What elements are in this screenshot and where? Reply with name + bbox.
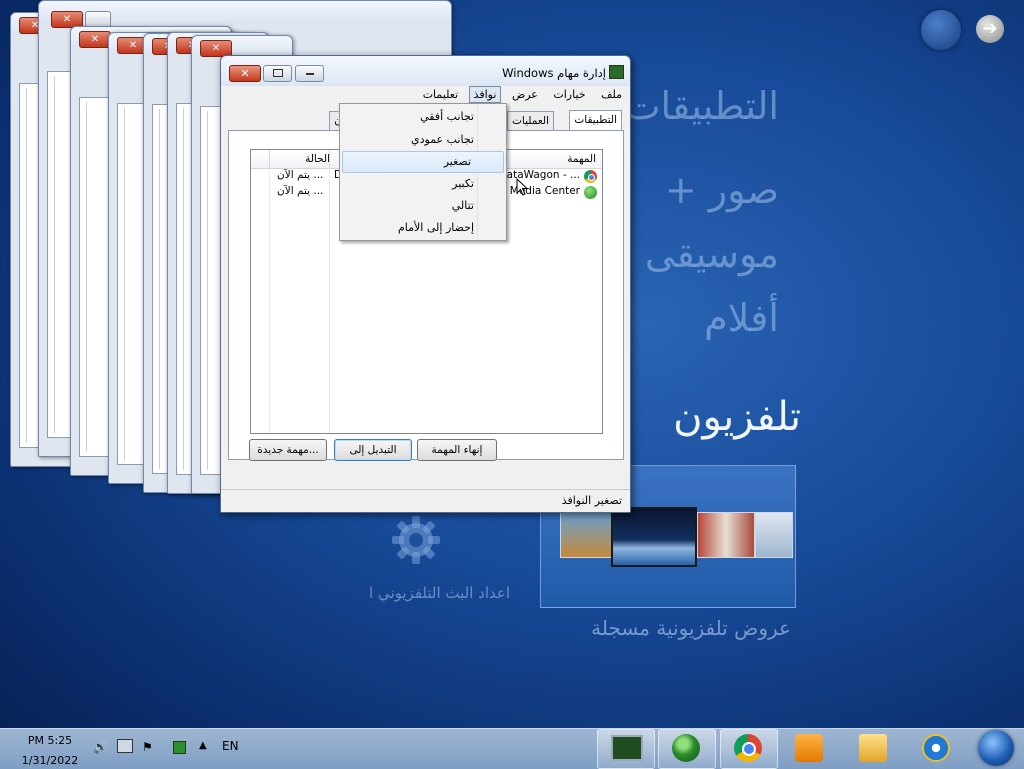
menu-item-cascade[interactable]: تتالي (340, 196, 506, 216)
recorded-tv-label[interactable]: عروض تلفزيونية مسجلة (545, 616, 791, 640)
minimize-icon (305, 73, 314, 75)
wmc-menu-apps[interactable]: التطبيقات (625, 84, 779, 128)
column-header-status[interactable]: الحالة (269, 150, 330, 169)
maximize-button[interactable] (263, 65, 292, 82)
menu-item-tile-horizontal[interactable]: تجانب أفقي (340, 107, 506, 127)
chrome-icon-center (742, 742, 756, 756)
row-task[interactable]: s Media Center (501, 185, 580, 197)
task-manager-icon (611, 735, 643, 761)
ie-icon[interactable] (922, 734, 950, 762)
media-center-logo-icon[interactable] (921, 10, 961, 50)
column-header-task[interactable]: المهمة (506, 150, 602, 169)
menu-windows[interactable]: نوافذ (468, 86, 502, 103)
menu-item-maximize[interactable]: تكبير (340, 174, 506, 194)
ghost-divider (183, 108, 184, 470)
close-icon[interactable]: ✕ (79, 31, 111, 48)
ghost-divider (124, 108, 125, 460)
new-task-button[interactable]: مهمة جديدة... (249, 439, 327, 461)
switch-to-button[interactable]: التبديل إلى (334, 439, 412, 461)
row-task[interactable]: DataWagon - ... (499, 169, 580, 181)
menu-view[interactable]: عرض (507, 86, 543, 103)
media-center-icon (672, 734, 700, 762)
start-orb-icon[interactable] (978, 730, 1014, 766)
explorer-icon[interactable] (859, 734, 887, 762)
gear-icon[interactable] (388, 512, 444, 568)
tab-applications[interactable]: التطبيقات (569, 110, 622, 131)
windows-menu-dropdown: تجانب أفقي تجانب عمودي تصغير تكبير تتالي… (339, 103, 507, 241)
menu-item-minimize[interactable]: تصغير (342, 151, 504, 173)
clock[interactable]: PM 5:25 1/31/2022 (14, 733, 86, 769)
wmc-menu-music[interactable]: موسيقى (645, 232, 779, 276)
close-icon: ✕ (240, 67, 250, 80)
tv-setup-label[interactable]: اعداد البث التلفزيوني ا (330, 584, 510, 602)
ghost-divider (86, 102, 87, 452)
thumbnail-4[interactable] (755, 512, 793, 558)
wmc-menu-pictures[interactable]: صور + (665, 168, 779, 212)
action-center-flag-icon[interactable]: ⚑ (142, 740, 153, 754)
mouse-cursor-icon (516, 178, 528, 196)
ghost-divider (26, 88, 27, 443)
media-player-icon[interactable] (795, 734, 823, 762)
close-button[interactable]: ✕ (229, 65, 261, 82)
clock-date: 1/31/2022 (21, 754, 79, 767)
menu-file[interactable]: ملف (596, 86, 627, 103)
menu-help[interactable]: تعليمات (418, 86, 463, 103)
task-manager-tray-icon[interactable] (173, 741, 186, 754)
ghost-divider (207, 111, 208, 470)
network-icon[interactable] (117, 739, 133, 753)
show-hidden-icons-icon[interactable]: ▲ (199, 740, 207, 751)
clock-time: PM 5:25 (27, 734, 73, 747)
wmc-menu-movies[interactable]: أفلام (704, 296, 779, 340)
thumbnail-selected[interactable] (611, 507, 697, 567)
column-divider (269, 168, 270, 433)
row-status[interactable]: يتم الآن ... (277, 185, 323, 197)
volume-icon[interactable]: 🔊 (93, 740, 108, 754)
ghost-divider (159, 109, 160, 469)
thumbnail-3[interactable] (697, 512, 755, 558)
status-bar: تصغير النوافذ (221, 489, 630, 512)
column-header-spacer (251, 150, 269, 169)
minimize-button[interactable] (295, 65, 324, 82)
chrome-icon-center (588, 174, 595, 181)
status-text: تصغير النوافذ (561, 494, 622, 507)
media-center-icon (584, 186, 597, 199)
wmc-menu-tv[interactable]: تلفزيون (673, 394, 801, 440)
menu-item-bring-to-front[interactable]: إحضار إلى الأمام (340, 218, 506, 238)
tab-processes[interactable]: العمليات (507, 111, 554, 130)
row-status[interactable]: يتم الآن ... (277, 169, 323, 181)
chrome-icon (734, 734, 762, 762)
maximize-icon (272, 69, 283, 77)
chrome-icon (584, 170, 597, 183)
menu-item-tile-vertical[interactable]: تجانب عمودي (340, 130, 506, 150)
thumbnail-1[interactable] (560, 512, 612, 558)
window-title: إدارة مهام Windows (502, 66, 606, 80)
arrow-right-icon[interactable]: ➔ (976, 15, 1004, 43)
menu-options[interactable]: خيارات (548, 86, 590, 103)
column-divider (329, 168, 330, 433)
language-indicator[interactable]: EN (222, 739, 239, 753)
end-task-button[interactable]: إنهاء المهمة (417, 439, 497, 461)
task-manager-icon (609, 65, 624, 79)
ghost-divider (54, 76, 55, 433)
title-bar[interactable]: إدارة مهام Windows ✕ (221, 56, 630, 86)
